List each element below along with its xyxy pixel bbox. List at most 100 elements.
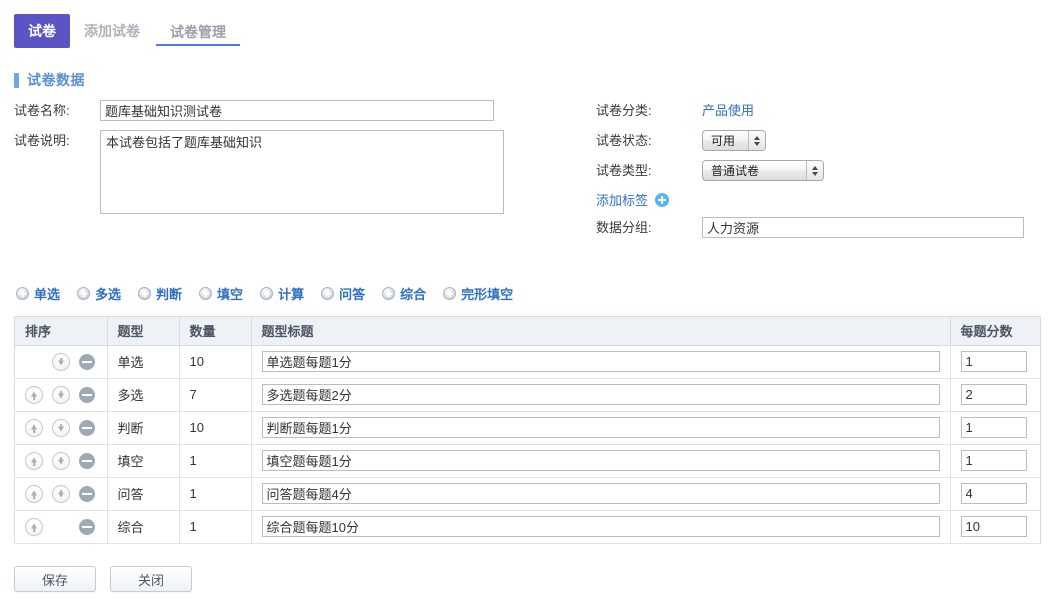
add-question-type-label: 填空 xyxy=(217,287,244,302)
row-title-input[interactable] xyxy=(261,516,940,537)
add-tag-row[interactable]: 添加标签 xyxy=(596,190,1036,209)
table-row: 多选 7 xyxy=(15,378,1040,412)
table-head: 排序 题型 数量 题型标题 每题分数 xyxy=(15,317,1040,346)
paper-description-textarea[interactable]: 本试卷包括了题库基础知识 xyxy=(100,130,504,214)
plus-icon xyxy=(16,287,29,300)
move-up-icon[interactable] xyxy=(25,418,43,437)
add-tag-label[interactable]: 添加标签 xyxy=(596,190,648,209)
remove-row-icon[interactable] xyxy=(79,419,95,436)
row-score-cell xyxy=(950,477,1040,511)
row-score-cell xyxy=(950,378,1040,412)
plus-icon xyxy=(321,287,335,300)
paper-name-label: 试卷名称: xyxy=(14,103,70,118)
move-down-icon[interactable] xyxy=(52,385,70,404)
row-question-type: 问答 xyxy=(107,477,180,511)
table-row: 填空 1 xyxy=(15,444,1040,478)
field-paper-type: 试卷类型: 普通试卷 xyxy=(596,160,1036,182)
row-question-type: 综合 xyxy=(107,510,180,544)
paper-name-input[interactable] xyxy=(100,100,494,121)
plus-icon xyxy=(138,287,152,300)
row-title-input[interactable] xyxy=(261,450,940,471)
row-title-cell xyxy=(251,378,951,412)
row-score-input[interactable] xyxy=(960,417,1027,438)
section-accent-bar xyxy=(14,72,19,88)
tab-paper-management[interactable]: 试卷管理 xyxy=(156,15,240,46)
table-row: 判断 10 xyxy=(15,411,1040,445)
move-down-icon[interactable] xyxy=(52,418,70,437)
row-title-input[interactable] xyxy=(261,417,940,438)
add-question-type-comprehensive[interactable]: 综合 xyxy=(382,284,426,303)
paper-status-select[interactable]: 可用 xyxy=(702,130,766,151)
remove-row-icon[interactable] xyxy=(79,485,95,502)
tab-bar: 试卷 添加试卷 试卷管理 xyxy=(14,13,240,48)
plus-icon xyxy=(382,287,396,300)
remove-row-icon[interactable] xyxy=(79,452,95,469)
row-score-input[interactable] xyxy=(960,450,1027,471)
row-question-count: 10 xyxy=(179,411,252,445)
row-score-input[interactable] xyxy=(960,483,1027,504)
remove-row-icon[interactable] xyxy=(79,353,95,370)
row-title-cell xyxy=(251,444,951,478)
row-question-type: 多选 xyxy=(107,378,180,412)
add-question-type-true-false[interactable]: 判断 xyxy=(138,284,182,303)
add-question-type-toolbar: 单选 多选 判断 填空 计算 问答 综合 完形填空 xyxy=(16,284,513,303)
paper-type-select-wrap: 普通试卷 xyxy=(702,160,824,181)
tab-add-paper[interactable]: 添加试卷 xyxy=(70,14,154,48)
row-question-count: 10 xyxy=(179,345,252,379)
column-header-sort: 排序 xyxy=(15,317,108,346)
paper-type-label: 试卷类型: xyxy=(596,163,652,178)
add-question-type-multi-choice[interactable]: 多选 xyxy=(77,284,121,303)
field-paper-status: 试卷状态: 可用 xyxy=(596,130,1036,152)
add-question-type-label: 综合 xyxy=(400,287,427,302)
add-question-type-calculation[interactable]: 计算 xyxy=(260,284,304,303)
tab-shijuan[interactable]: 试卷 xyxy=(14,13,70,48)
row-title-cell xyxy=(251,510,951,544)
row-sort-actions xyxy=(15,477,108,511)
add-question-type-fill-blank[interactable]: 填空 xyxy=(199,284,243,303)
add-question-type-single-choice[interactable]: 单选 xyxy=(16,284,60,303)
move-down-icon[interactable] xyxy=(52,484,70,503)
row-question-count: 1 xyxy=(179,510,252,544)
move-up-placeholder xyxy=(25,353,43,371)
row-score-input[interactable] xyxy=(960,516,1027,537)
add-question-type-label: 计算 xyxy=(278,287,305,302)
field-paper-description: 试卷说明: 本试卷包括了题库基础知识 xyxy=(14,130,574,214)
close-button[interactable]: 关闭 xyxy=(110,566,192,592)
plus-circle-icon[interactable] xyxy=(655,192,670,207)
move-up-icon[interactable] xyxy=(25,517,43,536)
row-score-input[interactable] xyxy=(960,384,1027,405)
section-title: 试卷数据 xyxy=(27,72,85,88)
field-paper-category: 试卷分类: 产品使用 xyxy=(596,100,1036,122)
row-title-input[interactable] xyxy=(261,483,940,504)
paper-category-value-link[interactable]: 产品使用 xyxy=(702,100,754,122)
remove-row-icon[interactable] xyxy=(79,386,95,403)
table-body: 单选 10 多选 7 xyxy=(15,345,1040,544)
remove-row-icon[interactable] xyxy=(79,518,95,535)
add-question-type-cloze[interactable]: 完形填空 xyxy=(443,284,513,303)
data-group-label: 数据分组: xyxy=(596,220,652,235)
form-right-column: 试卷分类: 产品使用 试卷状态: 可用 试卷类型: 普通试卷 添加标签 数据分组… xyxy=(596,100,1036,247)
row-score-input[interactable] xyxy=(960,351,1027,372)
row-score-cell xyxy=(950,345,1040,379)
row-title-input[interactable] xyxy=(261,384,940,405)
table-header-row: 排序 题型 数量 题型标题 每题分数 xyxy=(15,317,1040,346)
table-row: 单选 10 xyxy=(15,345,1040,379)
move-up-icon[interactable] xyxy=(25,451,43,470)
table-row: 问答 1 xyxy=(15,477,1040,511)
plus-icon xyxy=(443,287,457,300)
row-question-type: 填空 xyxy=(107,444,180,478)
row-sort-actions xyxy=(15,444,108,478)
add-question-type-essay[interactable]: 问答 xyxy=(321,284,365,303)
add-question-type-label: 判断 xyxy=(156,287,183,302)
save-button[interactable]: 保存 xyxy=(14,566,96,592)
move-up-icon[interactable] xyxy=(25,385,43,404)
move-down-icon[interactable] xyxy=(52,451,70,470)
question-type-table-wrapper: 排序 题型 数量 题型标题 每题分数 单选 10 单选题每题1分 1 多选 7 … xyxy=(14,316,1041,544)
form-left-column: 试卷名称: 试卷说明: 本试卷包括了题库基础知识 xyxy=(14,100,574,222)
move-down-icon[interactable] xyxy=(52,352,70,371)
row-question-count: 1 xyxy=(179,444,252,478)
paper-type-select[interactable]: 普通试卷 xyxy=(702,160,824,181)
row-title-input[interactable] xyxy=(261,351,940,372)
move-up-icon[interactable] xyxy=(25,484,43,503)
data-group-input[interactable] xyxy=(702,217,1024,238)
